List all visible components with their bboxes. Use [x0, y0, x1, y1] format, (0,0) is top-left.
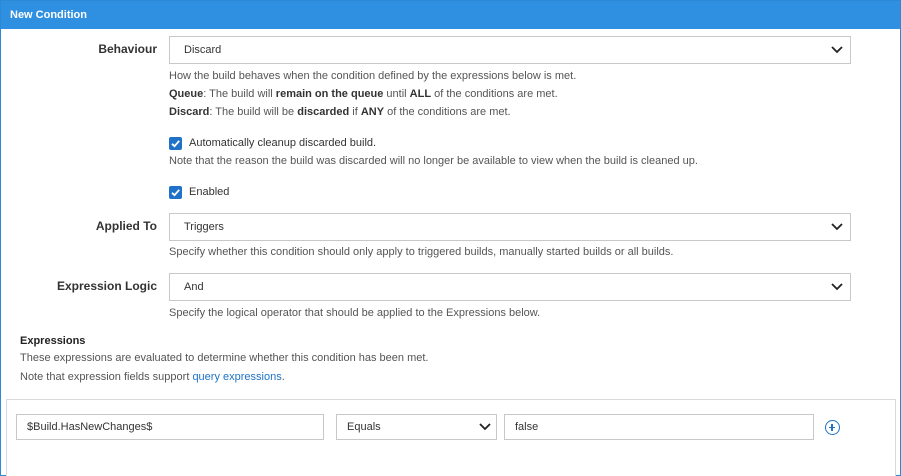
expressions-help-line1: These expressions are evaluated to deter… [20, 352, 429, 364]
enabled-checkbox-label[interactable]: Enabled [189, 186, 229, 198]
chevron-down-icon [830, 37, 844, 63]
applied-to-select[interactable]: Triggers [169, 213, 851, 241]
enabled-checkbox[interactable] [169, 186, 182, 199]
checkmark-icon [171, 140, 180, 148]
dialog-title: New Condition [1, 1, 900, 29]
chevron-down-icon [830, 274, 844, 300]
applied-to-help: Specify whether this condition should on… [169, 246, 674, 258]
expression-logic-help: Specify the logical operator that should… [169, 307, 541, 319]
chevron-down-icon [830, 214, 844, 240]
expression-left-input[interactable]: $Build.HasNewChanges$ [16, 414, 324, 440]
plus-circle-icon[interactable] [825, 420, 840, 435]
chevron-down-icon [478, 415, 492, 439]
applied-to-value: Triggers [184, 221, 224, 233]
applied-to-label: Applied To [95, 219, 157, 233]
expression-logic-value: And [184, 281, 204, 293]
behaviour-help-queue: Queue: The build will remain on the queu… [169, 88, 558, 100]
expression-operator-value: Equals [347, 421, 381, 433]
expression-logic-select[interactable]: And [169, 273, 851, 301]
cleanup-help: Note that the reason the build was disca… [169, 155, 698, 167]
expression-right-input[interactable]: false [504, 414, 814, 440]
query-expressions-link[interactable]: query expressions [192, 371, 281, 383]
behaviour-help-line1: How the build behaves when the condition… [169, 70, 577, 82]
expression-operator-select[interactable]: Equals [336, 414, 497, 440]
expressions-help-line2: Note that expression fields support quer… [20, 371, 285, 383]
cleanup-checkbox[interactable] [169, 137, 182, 150]
expressions-title: Expressions [20, 335, 86, 347]
behaviour-value: Discard [184, 44, 222, 56]
checkmark-icon [171, 189, 180, 197]
cleanup-checkbox-label[interactable]: Automatically cleanup discarded build. [189, 137, 376, 149]
behaviour-label: Behaviour [98, 42, 157, 56]
new-condition-dialog: New Condition Behaviour Discard How the … [0, 0, 901, 476]
behaviour-select[interactable]: Discard [169, 36, 851, 64]
behaviour-help-discard: Discard: The build will be discarded if … [169, 106, 511, 118]
expression-logic-label: Expression Logic [56, 279, 157, 293]
